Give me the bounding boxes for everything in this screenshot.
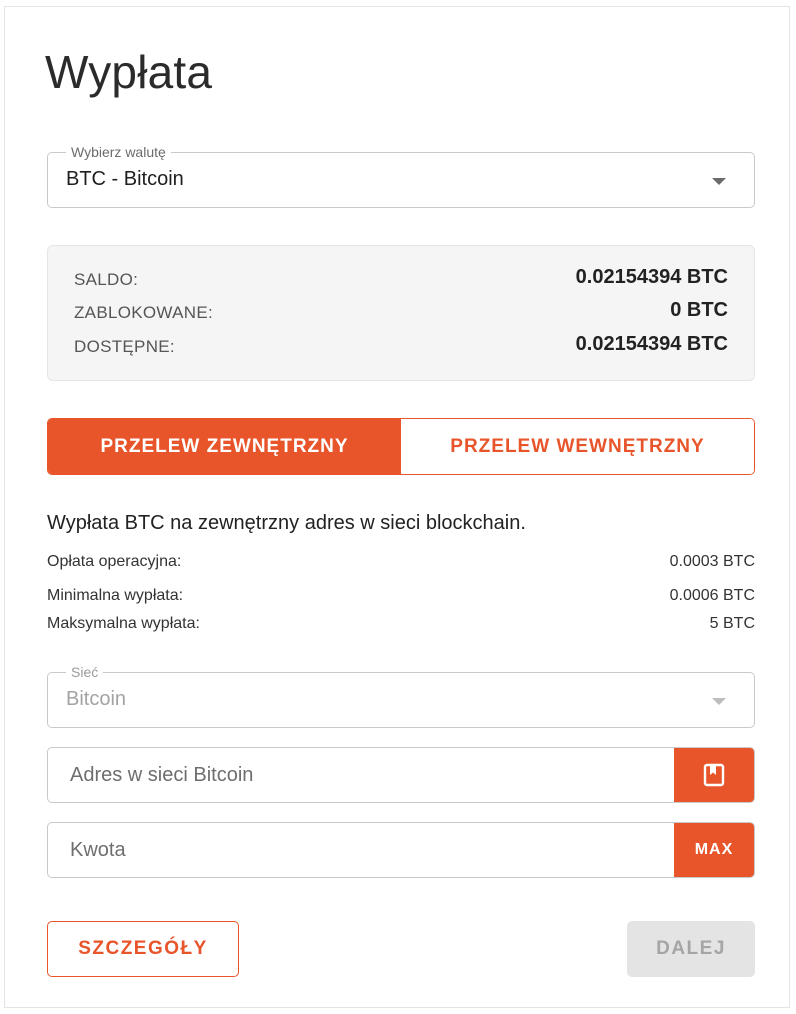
currency-select-label: Wybierz walutę bbox=[66, 144, 171, 160]
info-label: Maksymalna wypłata: bbox=[47, 615, 200, 632]
currency-select[interactable]: Wybierz walutę BTC - Bitcoin bbox=[47, 144, 755, 208]
dropdown-arrow-icon bbox=[712, 698, 726, 705]
balance-label: ZABLOKOWANE: bbox=[74, 303, 213, 322]
balance-summary: SALDO: 0.02154394 BTC ZABLOKOWANE: 0 BTC… bbox=[47, 245, 755, 381]
tab-external-transfer[interactable]: PRZELEW ZEWNĘTRZNY bbox=[48, 419, 401, 474]
amount-input[interactable] bbox=[48, 823, 674, 877]
balance-row-saldo: SALDO: 0.02154394 BTC bbox=[74, 266, 728, 294]
info-value: 0.0006 BTC bbox=[669, 587, 755, 604]
balance-label: SALDO: bbox=[74, 270, 139, 289]
info-row-fee: Opłata operacyjna: 0.0003 BTC bbox=[47, 553, 755, 575]
info-label: Minimalna wypłata: bbox=[47, 587, 184, 604]
network-select-value: Bitcoin bbox=[66, 688, 127, 710]
network-select-label: Sieć bbox=[66, 664, 104, 680]
transfer-description: Wypłata BTC na zewnętrzny adres w sieci … bbox=[47, 512, 526, 534]
info-label: Opłata operacyjna: bbox=[47, 553, 182, 570]
dropdown-arrow-icon bbox=[712, 178, 726, 185]
balance-row-blocked: ZABLOKOWANE: 0 BTC bbox=[74, 299, 728, 327]
info-value: 0.0003 BTC bbox=[669, 553, 755, 570]
balance-value: 0.02154394 BTC bbox=[575, 333, 728, 355]
info-row-min: Minimalna wypłata: 0.0006 BTC bbox=[47, 587, 755, 609]
balance-value: 0.02154394 BTC bbox=[575, 266, 728, 288]
details-button[interactable]: SZCZEGÓŁY bbox=[47, 921, 239, 977]
balance-row-available: DOSTĘPNE: 0.02154394 BTC bbox=[74, 333, 728, 361]
amount-field: MAX bbox=[47, 822, 755, 878]
address-input[interactable] bbox=[48, 748, 674, 802]
info-row-max: Maksymalna wypłata: 5 BTC bbox=[47, 615, 755, 637]
transfer-type-tabs: PRZELEW ZEWNĘTRZNY PRZELEW WEWNĘTRZNY bbox=[47, 418, 755, 475]
currency-select-value: BTC - Bitcoin bbox=[66, 168, 184, 190]
next-button[interactable]: DALEJ bbox=[627, 921, 755, 977]
withdrawal-panel: Wypłata Wybierz walutę BTC - Bitcoin SAL… bbox=[4, 6, 790, 1008]
address-book-icon bbox=[703, 763, 725, 787]
balance-value: 0 BTC bbox=[670, 299, 728, 321]
page-title: Wypłata bbox=[45, 46, 213, 98]
info-value: 5 BTC bbox=[709, 615, 755, 632]
max-amount-button[interactable]: MAX bbox=[674, 823, 754, 877]
address-book-button[interactable] bbox=[674, 748, 754, 802]
balance-label: DOSTĘPNE: bbox=[74, 337, 175, 356]
tab-internal-transfer[interactable]: PRZELEW WEWNĘTRZNY bbox=[401, 419, 754, 474]
address-field bbox=[47, 747, 755, 803]
network-select[interactable]: Sieć Bitcoin bbox=[47, 664, 755, 728]
